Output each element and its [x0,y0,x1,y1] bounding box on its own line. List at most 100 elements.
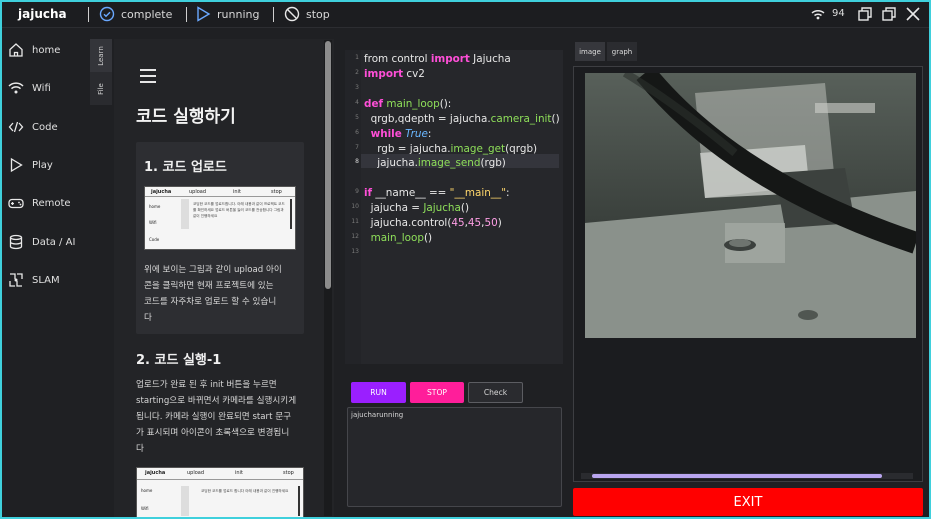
app-brand: jajucha [18,7,67,21]
line-number: 12 [351,233,359,240]
sidebar-item-data-ai[interactable]: Data / AI [8,231,86,253]
cloud-check-icon [99,6,115,22]
thumb-scrollbar [298,486,300,516]
image-scrollbar[interactable] [581,473,913,479]
thumb-topbar: jajucha upload init stop [137,468,303,480]
thumb-init: init [235,470,243,476]
tab-learn[interactable]: Learn [90,39,112,72]
code-line: jajucha.control(45,45,50) [364,217,502,229]
section2-line: 다 [136,444,144,454]
code-line: main_loop() [370,232,433,244]
section1-line: 콘을 클릭하면 현재 프로젝트에 있는 [144,281,274,291]
status-stop-label: stop [306,7,330,21]
line-number: 6 [355,129,359,136]
sidebar-item-label: Play [32,159,53,171]
code-line: jajucha = Jajucha() [364,202,469,214]
thumb-gutter [181,199,189,229]
separator [88,7,89,22]
code-line: from control import Jajucha [364,53,511,65]
status-running-label: running [217,7,260,21]
stop-button[interactable]: STOP [410,382,464,403]
sidebar-item-remote[interactable]: Remote [8,192,86,214]
thumb-code: Code [149,237,160,242]
status-complete-label: complete [121,7,173,21]
sidebar-item-slam[interactable]: SLAM [8,269,86,291]
top-bar: jajucha complete running stop 94 [2,2,929,28]
separator [273,7,274,22]
status-complete[interactable]: complete [99,6,172,22]
learn-title: 코드 실행하기 [136,107,236,127]
sidebar-item-play[interactable]: Play [8,154,86,176]
tab-file-label: File [97,82,105,95]
thumb-upload: upload [187,470,205,476]
code-line: def main_loop(): [364,98,452,110]
image-scrollbar-thumb[interactable] [592,474,882,478]
separator [186,7,187,22]
line-number: 13 [351,248,359,255]
init-screenshot-image: jajucha upload init stop home Wifi 코딩한 코… [136,467,304,517]
database-icon [9,234,23,250]
exit-button[interactable]: EXIT [573,488,923,516]
sidebar-item-home[interactable]: home [8,39,86,61]
status-running[interactable]: running [195,6,259,22]
section1-title: 1. 코드 업로드 [144,160,227,175]
run-button[interactable]: RUN [351,382,406,403]
side-tabs: Learn File [90,39,112,105]
home-icon [9,43,23,57]
app-window: jajucha complete running stop 94 home Wi… [2,2,929,517]
section-card: 1. 코드 업로드 jajucha upload init stop home … [136,142,304,334]
code-line: rgb = jajucha.image_get(qrgb) [364,143,538,155]
close-icon [906,7,920,21]
gamepad-icon [8,198,24,209]
battery-level: 94 [832,8,845,19]
camera-feed-picture [585,73,916,338]
play-icon [10,157,23,173]
console-output: jajucharunning [351,411,404,419]
code-line: qrgb,qdepth = jajucha.camera_init() [364,113,560,125]
learn-scrollbar[interactable] [324,40,332,516]
code-line: while True: [370,128,432,140]
thumb-topbar: jajucha upload init stop [145,187,295,197]
line-number: 1 [355,54,359,61]
tab-image[interactable]: image [575,42,605,61]
restore-icon [858,7,872,21]
code-editor[interactable]: 1 2 3 4 5 6 7 8 9 10 11 12 13 from contr… [345,50,563,364]
play-outline-icon [197,6,211,22]
thumb-gutter [181,486,189,516]
section1-line: 위에 보이는 그림과 같이 upload 아이 [144,265,282,275]
section2-title: 2. 코드 실행-1 [136,353,222,368]
wifi-icon [8,82,24,94]
learn-scrollbar-thumb[interactable] [325,41,331,289]
upload-screenshot-image: jajucha upload init stop home Wifi Code … [144,186,296,250]
section2-line: 됩니다. 카메라 실행이 완료되면 start 문구 [136,412,292,422]
check-button[interactable]: Check [468,382,523,403]
section2-body: 업로드가 완료 된 후 init 버튼을 누르면 starting으로 바뀌면서… [136,377,308,457]
status-stop[interactable]: stop [284,6,330,22]
line-number: 7 [355,144,359,151]
tab-graph[interactable]: graph [607,42,637,61]
sidebar-item-label: Remote [32,197,71,209]
sidebar-item-label: SLAM [32,274,60,286]
minimize-window-button[interactable] [857,6,873,22]
line-number: 9 [355,188,359,195]
section1-line: 다 [144,313,152,323]
wifi-signal-icon [810,6,826,22]
tab-file[interactable]: File [90,72,112,105]
learn-panel: 코드 실행하기 1. 코드 업로드 jajucha upload init st… [114,39,334,517]
menu-icon[interactable] [140,69,156,87]
thumb-home: home [141,488,153,493]
maximize-window-button[interactable] [881,6,897,22]
close-window-button[interactable] [905,6,921,22]
slam-icon [9,273,23,287]
sidebar-item-label: Wifi [32,82,51,94]
code-line: if __name__ == "__main__": [364,187,510,199]
section1-line: 코드를 자주차로 업로드 할 수 있습니 [144,297,277,307]
line-number: 11 [351,218,359,225]
thumb-scrollbar [290,199,292,229]
line-number: 4 [355,99,359,106]
sidebar-item-code[interactable]: Code [8,116,86,138]
sidebar-item-wifi[interactable]: Wifi [8,77,86,99]
code-icon [8,121,24,133]
line-number: 2 [355,69,359,76]
output-console[interactable]: jajucharunning [347,407,562,507]
